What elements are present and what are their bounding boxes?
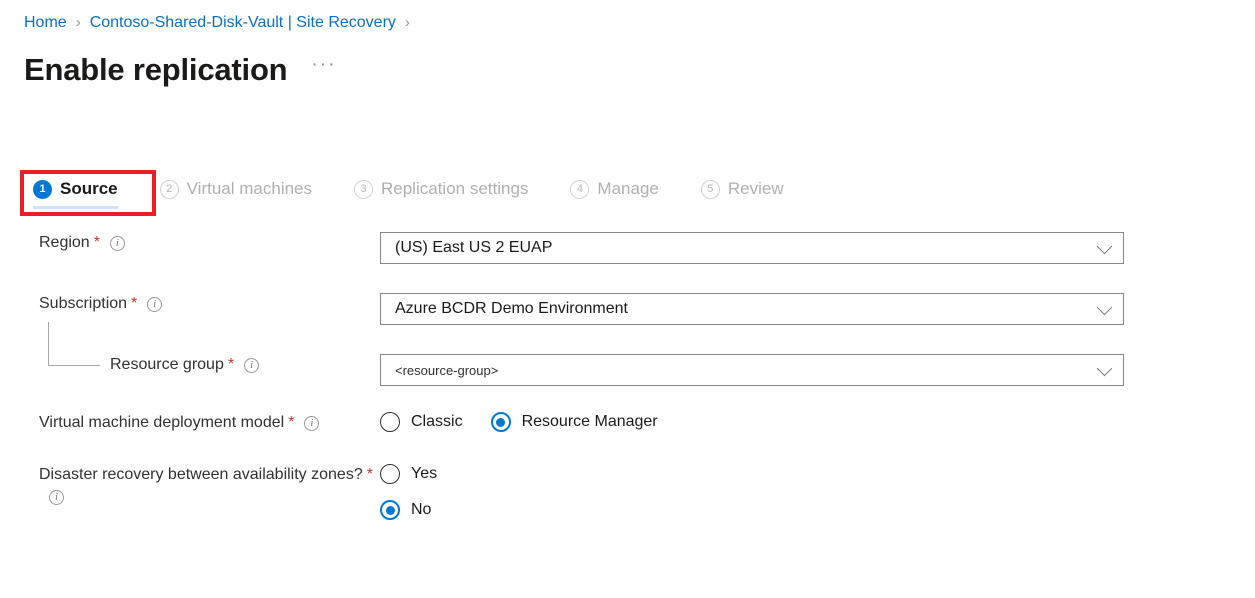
info-icon[interactable]: i [49, 490, 64, 505]
field-label-deployment-model: Virtual machine deployment model * i [0, 412, 380, 434]
info-icon[interactable]: i [304, 416, 320, 431]
label-text: Virtual machine deployment model [39, 414, 285, 431]
tab-label: Virtual machines [186, 179, 312, 198]
field-row-availability-zones: Disaster recovery between availability z… [0, 464, 1255, 536]
resource-group-dropdown-value: <resource-group> [395, 362, 499, 378]
required-marker: * [227, 356, 235, 373]
required-marker: * [93, 234, 100, 251]
page-header: Enable replication ··· [24, 50, 336, 90]
tab-step-number: 5 [700, 179, 720, 199]
deployment-model-radio-group: Classic Resource Manager [380, 412, 1255, 432]
availability-zones-radio-group: Yes No [380, 464, 1255, 520]
region-dropdown-value: (US) East US 2 EUAP [395, 239, 553, 256]
tab-replication-settings[interactable]: 3 Replication settings [354, 178, 528, 209]
tab-manage[interactable]: 4 Manage [570, 178, 659, 209]
field-label-resource-group: Resource group * i [0, 354, 380, 376]
radio-indicator [380, 500, 400, 520]
radio-option-resource-manager[interactable]: Resource Manager [490, 412, 658, 432]
breadcrumb-item-home[interactable]: Home [24, 12, 67, 34]
required-marker: * [288, 414, 295, 431]
radio-option-classic[interactable]: Classic [380, 412, 463, 432]
tab-label: Source [60, 179, 118, 198]
tab-label: Manage [597, 179, 659, 198]
radio-indicator [380, 412, 400, 432]
subscription-dropdown-value: Azure BCDR Demo Environment [395, 300, 628, 317]
field-label-availability-zones: Disaster recovery between availability z… [0, 464, 380, 505]
required-marker: * [131, 295, 138, 312]
tab-label: Replication settings [381, 179, 529, 198]
tab-step-number: 1 [33, 179, 52, 199]
field-row-region: Region * i (US) East US 2 EUAP [0, 232, 1255, 264]
radio-option-yes[interactable]: Yes [380, 464, 1255, 484]
radio-option-no[interactable]: No [380, 500, 1255, 520]
tab-review[interactable]: 5 Review [700, 178, 784, 209]
tab-source[interactable]: 1 Source [33, 178, 118, 209]
subscription-dropdown[interactable]: Azure BCDR Demo Environment [380, 293, 1124, 325]
field-row-deployment-model: Virtual machine deployment model * i Cla… [0, 412, 1255, 434]
resource-group-dropdown[interactable]: <resource-group> [380, 354, 1124, 386]
label-text: Resource group [110, 356, 224, 373]
tab-active-underline [33, 206, 118, 209]
info-icon[interactable]: i [147, 297, 163, 312]
tab-step-number: 3 [354, 179, 373, 199]
wizard-tab-list: 1 Source 2 Virtual machines 3 Replicatio… [33, 178, 826, 209]
breadcrumb-separator-icon: › [404, 14, 410, 31]
tab-label: Review [727, 179, 784, 198]
label-text: Region [39, 234, 90, 251]
chevron-down-icon [1096, 360, 1113, 377]
info-icon[interactable]: i [109, 236, 125, 251]
breadcrumb-separator-icon: › [75, 14, 81, 31]
radio-label: No [411, 501, 432, 518]
label-text: Disaster recovery between availability z… [39, 466, 363, 483]
radio-label: Classic [411, 413, 463, 430]
chevron-down-icon [1096, 299, 1113, 316]
radio-label: Yes [411, 465, 438, 482]
info-icon[interactable]: i [244, 358, 260, 373]
more-options-icon[interactable]: ··· [311, 55, 336, 84]
radio-indicator [490, 412, 511, 432]
field-row-subscription: Subscription * i Azure BCDR Demo Environ… [0, 293, 1255, 325]
required-marker: * [366, 466, 373, 483]
source-form: Region * i (US) East US 2 EUAP Subscript… [0, 232, 1255, 536]
region-dropdown[interactable]: (US) East US 2 EUAP [380, 232, 1124, 264]
radio-indicator [380, 464, 400, 484]
field-label-region: Region * i [0, 232, 380, 254]
field-label-subscription: Subscription * i [0, 293, 380, 315]
chevron-down-icon [1096, 238, 1113, 255]
breadcrumb-item-vault[interactable]: Contoso-Shared-Disk-Vault | Site Recover… [90, 12, 396, 34]
label-text: Subscription [39, 295, 128, 312]
page-title: Enable replication [24, 52, 288, 87]
tab-step-number: 2 [159, 179, 179, 199]
breadcrumb: Home › Contoso-Shared-Disk-Vault | Site … [24, 12, 419, 34]
tab-step-number: 4 [570, 179, 590, 199]
tab-virtual-machines[interactable]: 2 Virtual machines [159, 178, 312, 209]
radio-label: Resource Manager [521, 413, 658, 430]
field-row-resource-group: Resource group * i <resource-group> [0, 322, 1255, 386]
